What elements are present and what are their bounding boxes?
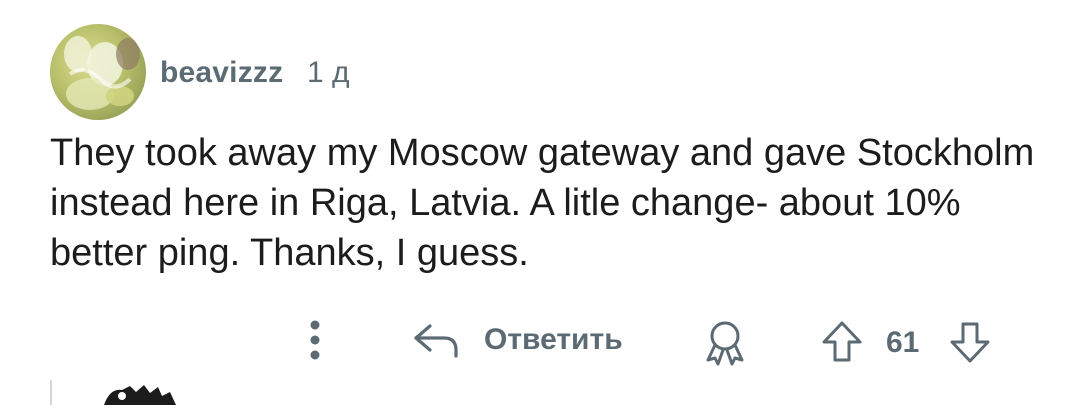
- thread-line[interactable]: [50, 380, 52, 405]
- reply-label: Ответить: [484, 323, 623, 356]
- next-comment-avatar[interactable]: [100, 382, 180, 405]
- comment-username[interactable]: beavizzz: [160, 56, 283, 90]
- comment: beavizzz 1 д They took away my Moscow ga…: [0, 0, 1080, 405]
- more-options-button[interactable]: [300, 314, 330, 366]
- upvote-button[interactable]: [818, 318, 866, 366]
- comment-actions: Ответить 61: [0, 310, 1080, 370]
- user-avatar[interactable]: [50, 24, 146, 120]
- downvote-button[interactable]: [946, 318, 994, 366]
- vote-count: 61: [886, 326, 920, 359]
- avatar-image: [104, 385, 176, 405]
- award-button[interactable]: [700, 318, 750, 366]
- avatar-image: [64, 36, 140, 110]
- upvote-arrow-icon: [822, 321, 862, 362]
- award-icon: [706, 321, 744, 366]
- comment-body: They took away my Moscow gateway and gav…: [50, 132, 1035, 274]
- downvote-arrow-icon: [950, 322, 990, 363]
- reply-button[interactable]: Ответить: [410, 316, 623, 364]
- more-vertical-icon: [310, 320, 320, 360]
- reply-arrow-icon: [414, 324, 458, 358]
- comment-timestamp: 1 д: [307, 56, 350, 89]
